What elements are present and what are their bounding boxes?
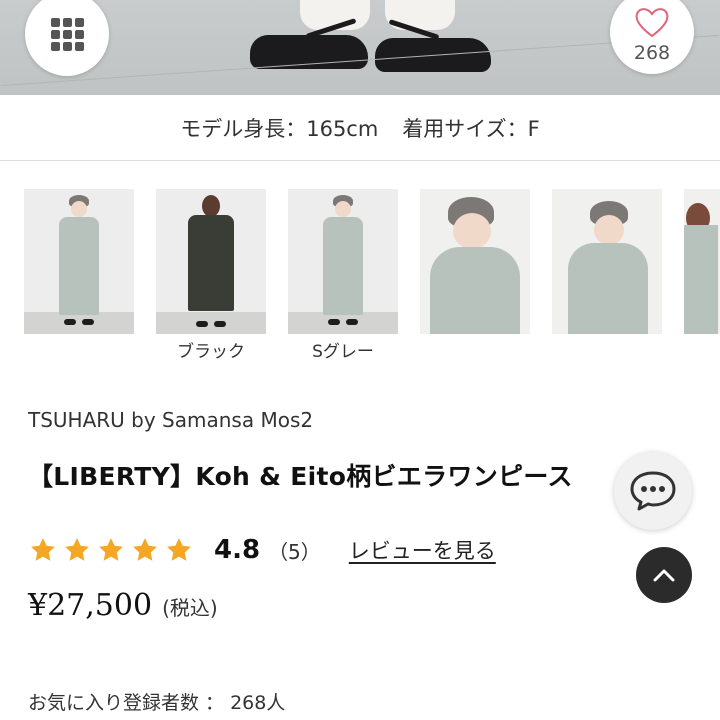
tax-label: (税込) (162, 596, 218, 620)
grid-icon (50, 17, 84, 51)
chevron-up-icon (653, 569, 675, 582)
rating-count: （5） (268, 539, 321, 564)
favorite-button[interactable]: 268 (610, 0, 694, 74)
rating-row: 4.8 （5） レビューを見る (28, 534, 496, 566)
rating-value: 4.8 (214, 535, 261, 565)
star-icon (99, 538, 123, 561)
thumbnail-strip: ブラック Sグレー (0, 189, 720, 359)
favorite-registrations: お気に入り登録者数 ： 268人 (28, 692, 286, 714)
favorite-count: 268 (633, 42, 671, 64)
thumbnail-4[interactable] (420, 189, 530, 334)
heart-icon (635, 8, 669, 38)
product-title: 【LIBERTY】Koh & Eito柄ビエラワンピース (28, 462, 573, 491)
thumbnail-3[interactable]: Sグレー (288, 189, 398, 359)
view-reviews-link[interactable]: レビューを見る (349, 535, 496, 565)
thumbnail-5[interactable] (552, 189, 662, 334)
star-icon (133, 538, 157, 561)
brand-name[interactable]: TSUHARU by Samansa Mos2 (28, 408, 313, 432)
thumbnail-2[interactable]: ブラック (156, 189, 266, 359)
thumbnail-caption: Sグレー (312, 342, 374, 359)
star-icon (167, 538, 191, 561)
star-icon (65, 538, 89, 561)
rating-stars (28, 535, 194, 565)
model-size: 着用サイズ：F (402, 116, 540, 141)
thumbnail-caption: ブラック (177, 342, 245, 359)
star-icon (31, 538, 55, 561)
price: ¥27,500 (28, 588, 153, 623)
model-height: モデル身長：165cm (180, 116, 379, 141)
thumbnail-1[interactable] (24, 189, 134, 334)
back-to-top-button[interactable] (636, 547, 692, 603)
model-info: モデル身長：165cm 着用サイズ：F (0, 95, 720, 161)
chat-button[interactable] (614, 452, 692, 530)
chat-bubble-icon (630, 471, 676, 511)
thumbnail-6[interactable] (684, 189, 720, 334)
price-row: ¥27,500 (税込) (28, 588, 218, 623)
